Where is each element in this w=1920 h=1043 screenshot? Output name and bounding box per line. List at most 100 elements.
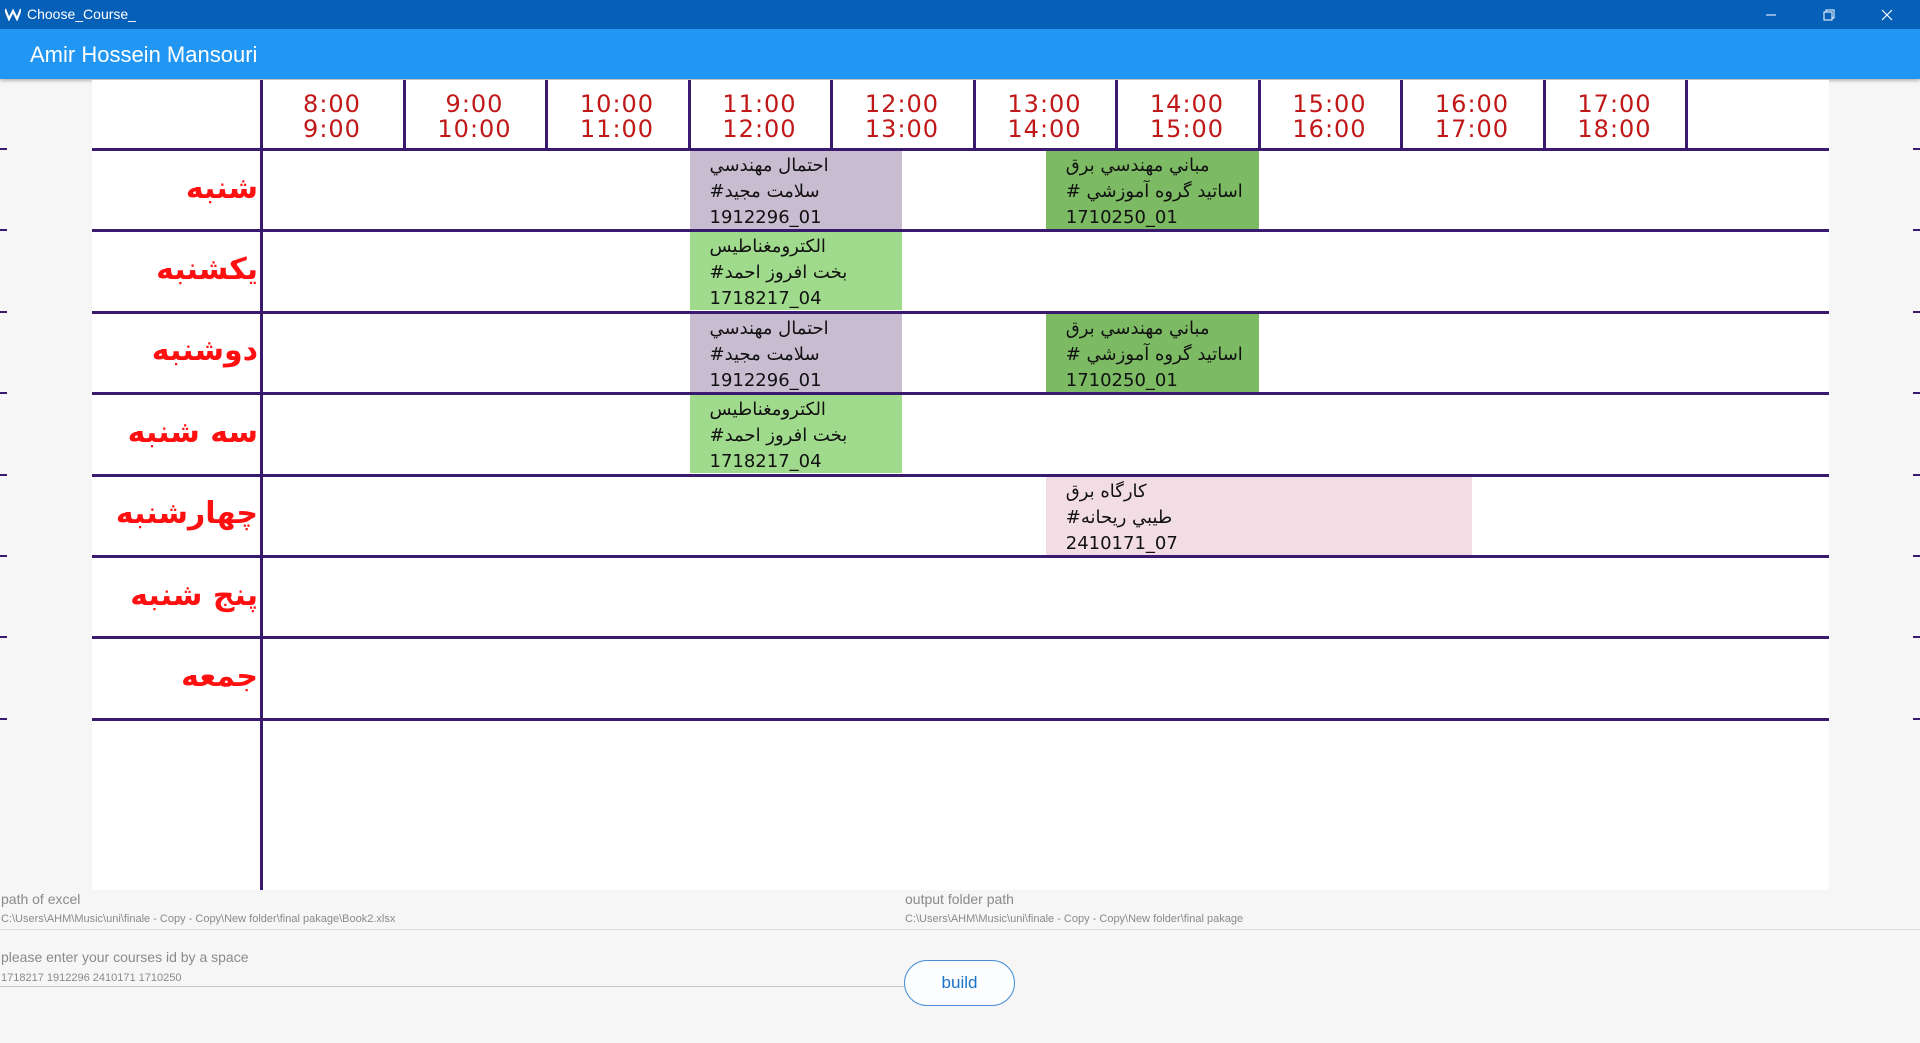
grid-hline (92, 148, 1829, 151)
day-name: دوشنبه (151, 333, 258, 369)
time-slot-start: 8:00 (303, 90, 361, 118)
course-code: 1718217_04 (709, 451, 822, 473)
course-code: 1710250_01 (1065, 369, 1178, 391)
grid-hline (92, 473, 1829, 477)
side-tick-left (0, 229, 7, 232)
time-slot-start: 10:00 (579, 90, 655, 118)
day-label: جمعه (94, 646, 258, 706)
course-block[interactable]: مباني مهندسي برق اساتيد گروه آموزشي # 1710… (1045, 313, 1259, 392)
grid-hline (92, 636, 1829, 640)
time-slot-label: 15:00 16:00 (1260, 92, 1400, 142)
time-slot-end: 13:00 (864, 115, 940, 143)
course-teacher: طيبي ريحانه# (1065, 506, 1173, 528)
course-name: مباني مهندسي برق (1065, 155, 1210, 176)
time-slot-label: 14:00 15:00 (1117, 92, 1257, 142)
close-button[interactable] (1858, 0, 1916, 29)
course-code: 2410171_07 (1065, 532, 1178, 554)
course-name: كارگاه برق (1065, 480, 1147, 502)
course-teacher: اساتيد گروه آموزشي # (1065, 343, 1243, 365)
course-block[interactable]: كارگاه برق طيبي ريحانه# 2410171_07 (1045, 476, 1473, 555)
course-name: الكترومغناطيس (709, 399, 826, 421)
app-icon (5, 8, 21, 21)
day-label: چهارشنبه (94, 484, 258, 544)
day-name: یکشنبه (156, 251, 258, 287)
course-teacher: اساتيد گروه آموزشي # (1065, 181, 1243, 202)
grid-vline-time (1685, 80, 1688, 148)
side-tick-left (0, 392, 7, 395)
side-tick-right (1913, 148, 1920, 150)
restore-button[interactable] (1800, 0, 1858, 29)
grid-vline-label-column (260, 80, 263, 890)
grid-hline (92, 717, 1829, 721)
course-code: 1710250_01 (1065, 207, 1178, 228)
side-tick-right (1913, 636, 1920, 639)
time-slot-start: 12:00 (864, 90, 940, 118)
schedule-grid: 8:00 9:00 9:00 10:00 10:00 11:00 11:00 12:00 12:… (92, 80, 1829, 890)
day-name: شنبه (185, 170, 258, 206)
course-name: الكترومغناطيس (709, 236, 826, 258)
course-block[interactable]: مباني مهندسي برق اساتيد گروه آموزشي # 1710… (1045, 151, 1259, 229)
output-path-field[interactable]: C:\Users\AHM\Music\uni\finale - Copy - C… (905, 913, 1243, 925)
user-name-title: Amir Hossein Mansouri (30, 42, 258, 67)
side-tick-left (0, 555, 7, 557)
course-teacher: سلامت مجيد# (709, 181, 820, 202)
courses-id-label: please enter your courses id by a space (1, 949, 249, 965)
side-tick-left (0, 148, 7, 150)
output-path-label: output folder path (905, 891, 1014, 907)
excel-path-field[interactable]: C:\Users\AHM\Music\uni\finale - Copy - C… (1, 913, 395, 925)
excel-path-label: path of excel (1, 891, 81, 907)
time-slot-start: 9:00 (445, 90, 504, 118)
day-label: پنج شنبه (94, 565, 258, 625)
time-slot-label: 13:00 14:00 (975, 92, 1115, 142)
course-code: 1912296_01 (709, 369, 822, 391)
day-name: پنج شنبه (130, 577, 258, 613)
time-slot-end: 12:00 (722, 115, 797, 143)
time-slot-label: 9:00 10:00 (405, 92, 545, 142)
build-button[interactable]: build (904, 960, 1015, 1006)
time-slot-end: 14:00 (1007, 115, 1082, 143)
time-slot-label: 10:00 11:00 (547, 92, 687, 142)
time-slot-start: 11:00 (722, 90, 797, 118)
restore-icon (1823, 9, 1835, 20)
time-slot-label: 12:00 13:00 (832, 92, 972, 142)
course-block[interactable]: احتمال مهندسي سلامت مجيد# 1912296_01 (689, 151, 903, 229)
minimize-icon (1766, 14, 1776, 15)
course-block[interactable]: الكترومغناطيس بخت افروز احمد# 1718217_04 (689, 395, 903, 474)
course-block[interactable]: احتمال مهندسي سلامت مجيد# 1912296_01 (689, 313, 903, 392)
field-divider (0, 929, 1920, 930)
side-tick-left (0, 636, 7, 639)
courses-id-underline (0, 986, 904, 987)
course-block[interactable]: الكترومغناطيس بخت افروز احمد# 1718217_04 (689, 232, 903, 311)
time-slot-start: 13:00 (1007, 90, 1082, 118)
minimize-button[interactable] (1742, 0, 1800, 29)
course-teacher: بخت افروز احمد# (709, 262, 848, 284)
day-name: چهارشنبه (115, 496, 258, 532)
time-slot-end: 9:00 (303, 115, 361, 143)
window-titlebar: Choose_Course_ (0, 0, 1920, 29)
grid-hline (92, 310, 1829, 314)
time-slot-label: 11:00 12:00 (690, 92, 830, 142)
time-slot-start: 15:00 (1292, 90, 1367, 118)
time-slot-label: 8:00 9:00 (262, 92, 402, 142)
course-name: احتمال مهندسي (709, 155, 829, 176)
time-slot-end: 17:00 (1434, 115, 1510, 143)
grid-hline (92, 229, 1829, 233)
time-slot-end: 16:00 (1292, 115, 1367, 143)
app-header: Amir Hossein Mansouri (0, 29, 1920, 79)
time-slot-start: 14:00 (1149, 90, 1225, 118)
day-name: جمعه (181, 658, 258, 694)
grid-hline (92, 555, 1829, 558)
side-tick-right (1913, 229, 1920, 232)
side-tick-right (1913, 717, 1920, 720)
grid-hline (92, 392, 1829, 396)
time-slot-label: 16:00 17:00 (1402, 92, 1542, 142)
courses-id-input[interactable]: 1718217 1912296 2410171 1710250 (1, 972, 181, 984)
course-name: مباني مهندسي برق (1065, 317, 1210, 339)
day-label: دوشنبه (94, 321, 258, 381)
close-icon (1881, 9, 1893, 20)
side-tick-right (1913, 473, 1920, 476)
time-slot-label: 17:00 18:00 (1545, 92, 1685, 142)
side-tick-right (1913, 555, 1920, 557)
side-tick-right (1913, 310, 1920, 313)
side-tick-right (1913, 392, 1920, 395)
